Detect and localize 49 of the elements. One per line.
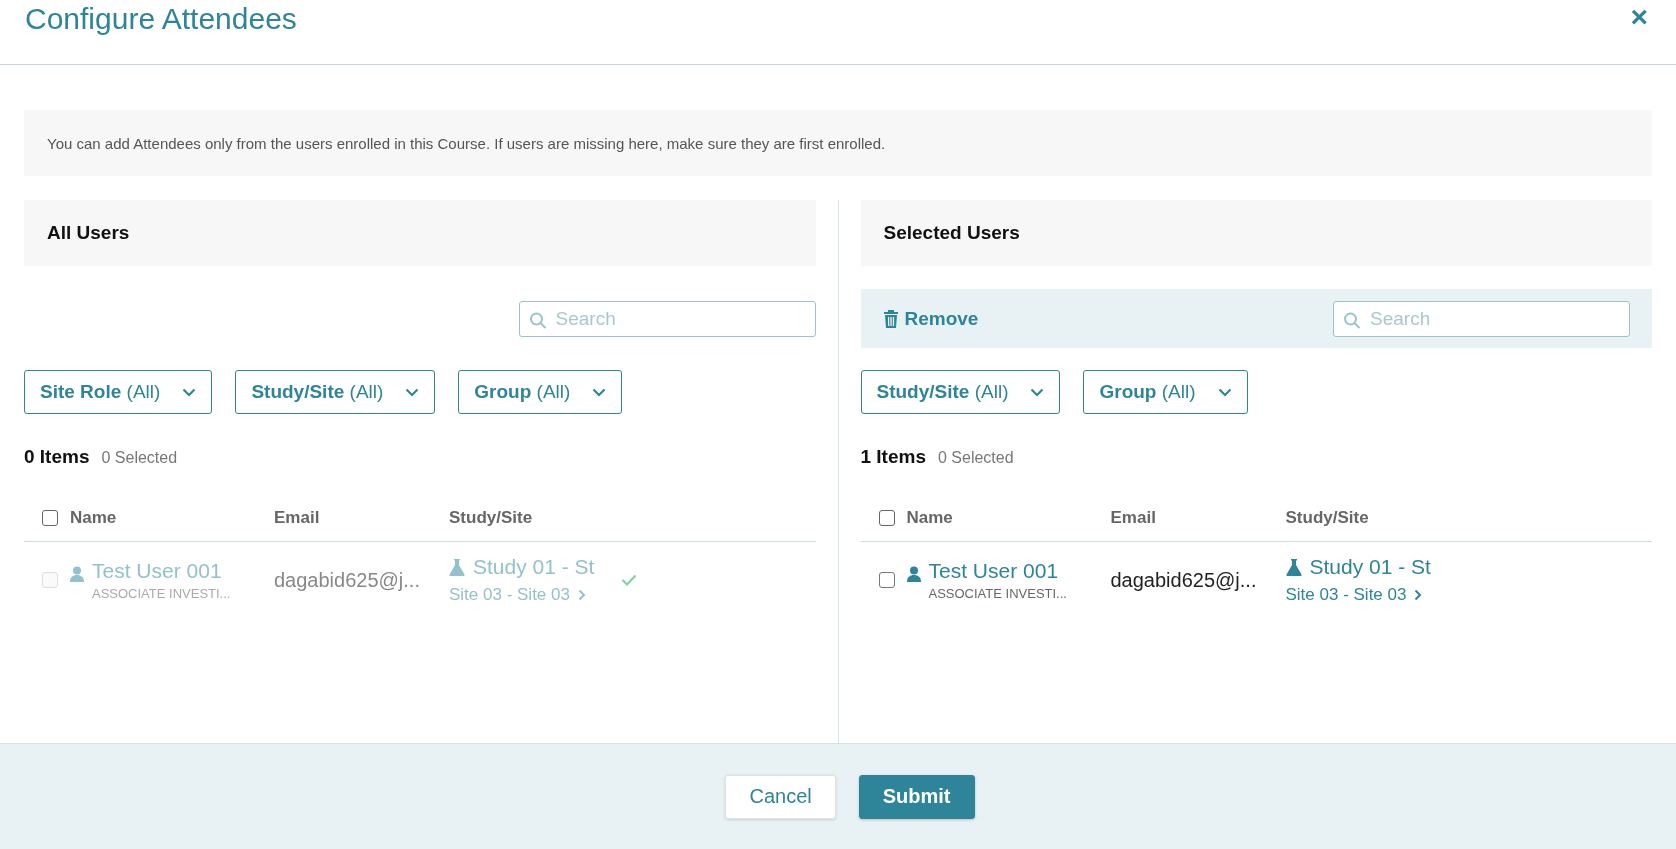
chevron-down-icon [182, 387, 197, 397]
close-button[interactable]: × [1626, 2, 1652, 32]
person-icon [906, 566, 921, 582]
item-count: 0 Items [24, 446, 90, 468]
user-role: ASSOCIATE INVESTI... [92, 586, 231, 601]
selected-count: 0 Selected [938, 449, 1014, 467]
dialog-title: Configure Attendees [25, 2, 297, 36]
chevron-down-icon [1030, 387, 1045, 397]
search-field[interactable]: Search [1333, 300, 1630, 337]
person-icon [70, 566, 84, 582]
chevron-right-icon [577, 589, 586, 601]
remove-button[interactable]: Remove [882, 307, 979, 330]
select-all-checkbox[interactable] [42, 510, 58, 526]
search-icon [528, 310, 547, 329]
email-cell-text: dagabid625@j... [1110, 568, 1258, 592]
site-link[interactable]: Site 03 - Site 03 [1285, 585, 1407, 605]
search-field[interactable]: Search [518, 300, 816, 337]
info-notice: You can add Attendees only from the users enrolled in this Course. If users are missing here, make sure they are first enrolled. [24, 110, 1652, 176]
trash-icon [882, 309, 899, 328]
flask-icon [1285, 558, 1302, 576]
filter-dropdown[interactable]: Group (All) [1083, 370, 1248, 414]
column-header: Name [906, 508, 954, 528]
item-count: 1 Items [860, 446, 926, 468]
chevron-down-icon [592, 387, 607, 397]
user-name-link[interactable]: Test User 001 [928, 559, 1067, 583]
filter-dropdown[interactable]: Site Role (All) [24, 370, 213, 414]
column-header: Study/Site [449, 508, 534, 528]
filter-dropdown[interactable]: Group (All) [458, 370, 623, 414]
select-all-checkbox[interactable] [878, 510, 895, 526]
column-header: Email [274, 508, 321, 528]
filter-dropdown[interactable]: Study/Site (All) [235, 370, 436, 414]
panel-header: Selected Users [860, 200, 1652, 266]
filter-dropdown[interactable]: Study/Site (All) [860, 370, 1061, 414]
selected-count: 0 Selected [101, 449, 178, 467]
column-header: Study/Site [1285, 508, 1370, 528]
chevron-right-icon [1414, 589, 1423, 601]
column-header: Email [1110, 508, 1157, 528]
cancel-button[interactable]: Cancel [725, 774, 836, 819]
chevron-down-icon [1217, 387, 1232, 397]
submit-button[interactable]: Submit [858, 774, 975, 819]
user-role: ASSOCIATE INVESTI... [928, 586, 1067, 601]
email-cell-text: dagabid625@j... [274, 568, 421, 592]
chevron-down-icon [405, 387, 420, 397]
column-header: Name [70, 508, 118, 528]
panel-header: All Users [24, 200, 816, 266]
study-link[interactable]: Study 01 - St [1309, 555, 1431, 579]
flask-icon [449, 558, 465, 576]
search-icon [1343, 310, 1361, 329]
row-checkbox[interactable] [878, 572, 895, 588]
